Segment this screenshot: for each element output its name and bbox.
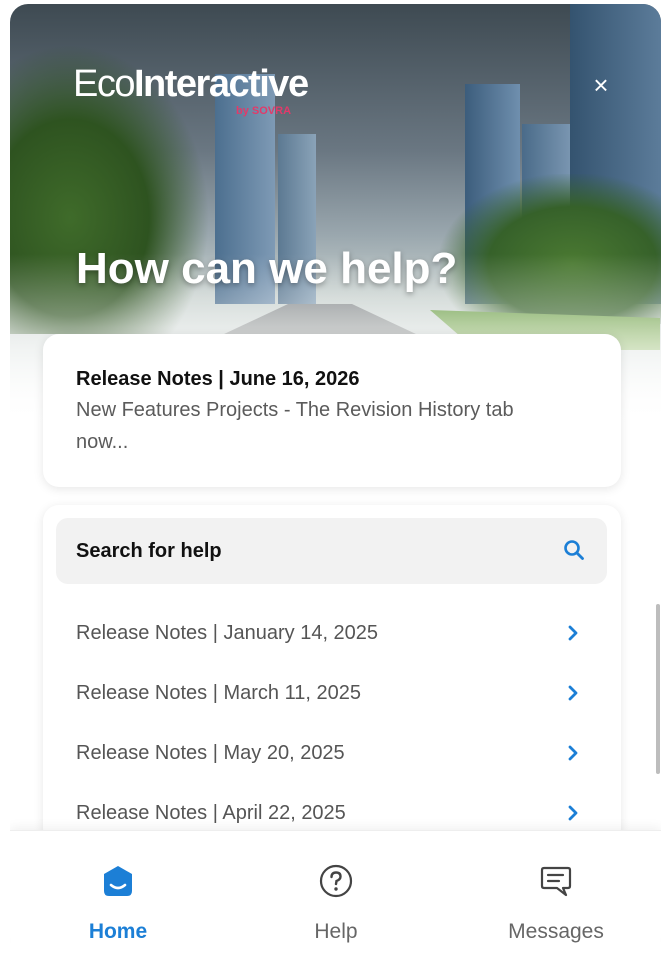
search-label: Search for help: [76, 540, 222, 562]
logo-sub: by SOVRA: [236, 105, 292, 117]
scrollbar[interactable]: [656, 604, 660, 774]
messages-icon: [540, 866, 572, 897]
help-articles-card: Search for help Release Notes | January …: [43, 505, 621, 845]
featured-article-excerpt: New Features Projects - The Revision His…: [76, 394, 589, 458]
chevron-right-icon: [568, 625, 578, 641]
search-icon[interactable]: [562, 538, 586, 562]
help-icon: [319, 864, 353, 898]
article-link: Release Notes | January 14, 2025: [76, 622, 379, 644]
close-icon: ×: [593, 70, 609, 100]
brand-logo: EcoInteractive: [73, 63, 309, 105]
nav-messages-label: Messages: [508, 920, 604, 943]
article-link: Release Notes | March 11, 2025: [76, 682, 361, 704]
list-item[interactable]: Release Notes | January 14, 2025: [43, 603, 621, 663]
nav-home-label: Home: [88, 920, 148, 943]
list-item[interactable]: Release Notes | May 20, 2025: [43, 723, 621, 783]
home-icon: [104, 866, 132, 896]
featured-article-title: Release Notes | June 16, 2026: [76, 368, 360, 390]
featured-article-card[interactable]: Release Notes | June 16, 2026 New Featur…: [43, 334, 621, 487]
nav-help-label: Help: [314, 920, 358, 943]
chevron-right-icon: [568, 685, 578, 701]
bottom-nav: Home Help Messages: [10, 830, 661, 955]
list-item[interactable]: Release Notes | March 11, 2025: [43, 663, 621, 723]
page-title: How can we help?: [76, 244, 458, 293]
excerpt-line: now...: [76, 431, 129, 453]
nav-messages[interactable]: Messages: [486, 831, 626, 955]
close-button[interactable]: ×: [585, 70, 617, 102]
logo-text-bold: Interactive: [133, 63, 309, 105]
help-widget: EcoInteractive by SOVRA × How can we hel…: [10, 4, 661, 955]
chevron-right-icon: [568, 805, 578, 821]
logo-text-light: Eco: [73, 63, 135, 105]
nav-help[interactable]: Help: [266, 831, 406, 955]
chevron-right-icon: [568, 745, 578, 761]
article-link: Release Notes | April 22, 2025: [76, 802, 346, 824]
nav-home[interactable]: Home: [48, 831, 188, 955]
article-link: Release Notes | May 20, 2025: [76, 742, 345, 764]
search-input[interactable]: Search for help: [56, 518, 607, 584]
excerpt-line: New Features Projects - The Revision His…: [76, 399, 514, 421]
